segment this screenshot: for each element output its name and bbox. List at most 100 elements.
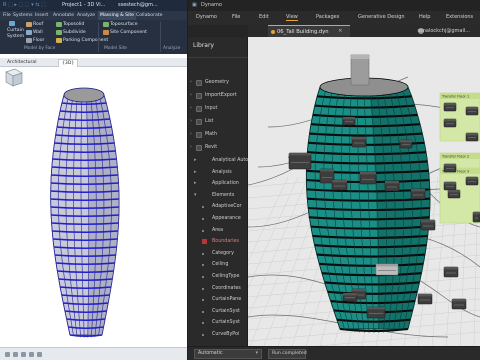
ribbon-toposurface[interactable]: Toposurface [110,22,138,27]
menu-packages[interactable]: Packages [316,14,339,20]
user-account[interactable]: ssnalockchj@gmail... [418,28,471,34]
chevron-right-icon[interactable]: › [190,105,192,111]
menu-generative-design[interactable]: Generative Design [358,14,405,20]
wall-icon[interactable] [26,30,32,35]
sun-path-icon[interactable] [29,352,34,357]
revit-menu-collaborate[interactable]: Collaborate [136,13,162,18]
library-item[interactable]: ▸ Analytical Automa [188,156,256,166]
revit-menu-systems[interactable]: Systems [13,13,33,18]
graph-node-header [444,164,456,167]
chevron-right-icon[interactable]: › [190,131,192,137]
floor-icon[interactable] [26,38,32,43]
menu-file[interactable]: File [232,14,240,20]
category-icon [196,119,202,125]
library-item-label: Elements [212,192,235,198]
site-component-icon[interactable] [103,30,109,35]
graph-node-header [444,182,456,185]
ribbon-parking-component[interactable]: Parking Component [63,38,108,43]
visual-style-icon[interactable] [21,352,26,357]
ribbon-subdivide[interactable]: Subdivide [63,30,86,35]
graph-and-geometry-preview[interactable]: Transfer Floor 1Transfer Floor 2Transfer… [248,37,480,346]
run-mode-dropdown[interactable]: Automatic ▾ [194,349,262,359]
chevron-right-icon[interactable]: ▸ [194,169,197,175]
toposolid-icon[interactable] [56,22,62,27]
revit-window: R ⬚ ▸ ⬚ ⬚ ▾ ⇆ ⬚ Project1 - 3D Vi... sses… [0,0,187,360]
library-item[interactable]: Area [188,226,248,236]
detail-level-icon[interactable] [13,352,18,357]
chevron-right-icon[interactable]: › [190,144,192,150]
ribbon-roof[interactable]: Roof [33,22,43,27]
library-item[interactable]: › Geometry [188,78,248,88]
revit-menu-insert[interactable]: Insert [35,13,48,18]
selected-node-icon [202,239,207,245]
close-tab-icon[interactable]: × [338,28,343,34]
revit-menu-analyze[interactable]: Analyze [77,13,95,18]
ribbon-wall[interactable]: Wall [33,30,43,35]
category-icon [196,80,202,86]
chevron-down-icon[interactable]: ▾ [194,192,197,198]
revit-menu-annotate[interactable]: Annotate [53,13,74,18]
menu-dynamo[interactable]: Dynamo [196,14,217,20]
library-item[interactable]: › Revit [188,143,248,153]
chevron-right-icon[interactable]: › [190,118,192,124]
library-item[interactable]: › ImportExport [188,91,248,101]
library-item[interactable]: › Math [188,130,248,140]
chevron-right-icon[interactable]: › [190,79,192,85]
revit-3d-view[interactable] [0,67,187,347]
chevron-right-icon[interactable]: ▸ [194,157,197,163]
chevron-right-icon[interactable]: › [190,92,192,98]
roof-icon[interactable] [26,22,32,27]
library-item[interactable]: Appearance [188,214,248,224]
scale-icon[interactable] [5,352,10,357]
ribbon-site-component[interactable]: Site Component [110,30,147,35]
graph-node-header [466,177,478,180]
toposurface-icon[interactable] [103,22,109,27]
desktop: R ⬚ ▸ ⬚ ⬚ ▾ ⇆ ⬚ Project1 - 3D Vi... sses… [0,0,480,360]
library-item-label: List [205,119,214,124]
ribbon-floor[interactable]: Floor [33,38,44,43]
revit-menu-massing-site[interactable]: Massing & Site [98,11,136,20]
library-item[interactable]: ▸ Application [188,179,248,189]
library-item[interactable]: CurveByPoi [188,330,248,340]
graph-node-header [400,140,412,143]
parking-component-icon[interactable] [56,38,62,43]
bullet-icon [202,229,204,232]
revit-menu-bar: File Systems Insert Annotate Analyze Mas… [0,11,187,20]
menu-extensions[interactable]: Extensions [446,14,473,20]
library-item[interactable]: CeilingType [188,272,248,282]
library-item-label: CurveByPoi [212,332,240,337]
library-item[interactable]: Boundaries [188,237,248,247]
ribbon-toposolid[interactable]: Toposolid [63,22,84,27]
library-item[interactable]: CurtainPane [188,295,248,305]
library-item[interactable]: Category [188,249,248,259]
library-item[interactable]: Coordinates [188,284,248,294]
curtain-system-icon[interactable] [9,21,15,26]
library-item[interactable]: ▾ Elements [188,191,248,201]
revit-ribbon: Curtain System Roof Wall Floor Toposolid… [0,20,187,54]
subdivide-icon[interactable] [56,30,62,35]
bullet-icon [202,264,204,267]
library-item[interactable]: › List [188,117,248,127]
tab-3d[interactable]: {3D} [58,59,79,67]
revit-quick-access-toolbar[interactable]: R ⬚ ▸ ⬚ ⬚ ▾ ⇆ ⬚ [3,2,46,8]
menu-help[interactable]: Help [419,14,430,20]
revit-menu-file[interactable]: File [3,13,11,18]
menu-view[interactable]: View [286,14,298,21]
viewcube-icon[interactable] [0,67,24,89]
library-item[interactable]: CurtainSyst [188,318,248,328]
file-tab[interactable]: 06_Tall Building.dyn × [268,25,350,37]
shadows-icon[interactable] [37,352,42,357]
library-item[interactable]: CurtainSyst [188,307,248,317]
library-item[interactable]: Ceiling [188,260,248,270]
dynamo-canvas[interactable]: Transfer Floor 1Transfer Floor 2Transfer… [248,37,480,346]
library-item[interactable]: ▸ Analysis [188,168,248,178]
revit-title-bar: R ⬚ ▸ ⬚ ⬚ ▾ ⇆ ⬚ Project1 - 3D Vi... sses… [0,0,187,11]
tab-architectural[interactable]: Architectural [4,59,40,67]
library-item[interactable]: AdaptiveCor [188,202,248,212]
revit-user[interactable]: ssestech@gm... [118,2,158,8]
chevron-right-icon[interactable]: ▸ [194,180,197,186]
revit-tower-model[interactable] [0,67,187,347]
library-item-label: Revit [205,145,218,150]
menu-edit[interactable]: Edit [259,14,269,20]
library-item[interactable]: › Input [188,104,248,114]
